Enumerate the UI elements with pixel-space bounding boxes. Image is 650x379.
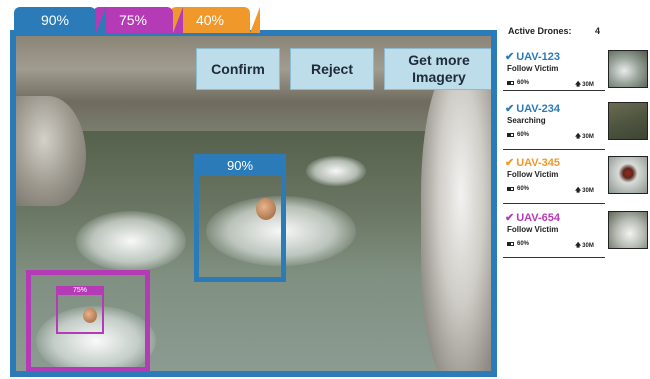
- tab-label: 90%: [40, 12, 70, 28]
- active-drones-count: 4: [594, 26, 600, 36]
- divider: [503, 257, 605, 258]
- altitude: 30M: [582, 188, 594, 194]
- tab-label: 75%: [118, 12, 148, 28]
- battery-level: 60%: [517, 132, 530, 138]
- battery-level: 60%: [517, 241, 530, 247]
- drone-status: Follow Victim: [507, 170, 559, 179]
- drone-id: UAV-345: [516, 156, 561, 169]
- tab-label: 40%: [195, 12, 225, 28]
- drone-item-uav-234[interactable]: ✔ UAV-234 Searching 60% 🡅 30M: [505, 102, 650, 160]
- check-icon: ✔: [505, 157, 515, 169]
- drone-id: UAV-234: [516, 102, 561, 115]
- check-icon: ✔: [505, 103, 515, 115]
- drone-panel: Active Drones: 4 ✔ UAV-123 Follow Victim…: [500, 18, 650, 379]
- video-feed: Confirm Reject Get more Imagery 90% 75%: [10, 30, 497, 377]
- battery-level: 60%: [517, 80, 530, 86]
- drone-thumbnail[interactable]: [608, 211, 648, 249]
- arrow-up-icon: 🡅: [575, 82, 582, 88]
- drone-id: UAV-123: [516, 50, 561, 63]
- drone-thumbnail[interactable]: [608, 50, 648, 88]
- battery-icon: [507, 187, 514, 191]
- battery-level: 60%: [517, 186, 530, 192]
- drone-thumbnail[interactable]: [608, 102, 648, 140]
- battery-icon: [507, 242, 514, 246]
- divider: [503, 90, 605, 91]
- drone-status: Searching: [507, 116, 546, 125]
- detection-label: 90%: [194, 154, 286, 176]
- drone-thumbnail[interactable]: [608, 156, 648, 194]
- battery-icon: [507, 81, 514, 85]
- drone-item-uav-345[interactable]: ✔ UAV-345 Follow Victim 60% 🡅 30M: [505, 156, 650, 214]
- detection-box-90[interactable]: 90%: [194, 154, 286, 282]
- divider: [503, 203, 605, 204]
- confirm-button[interactable]: Confirm: [196, 48, 280, 90]
- battery-icon: [507, 133, 514, 137]
- check-icon: ✔: [505, 212, 515, 224]
- arrow-up-icon: 🡅: [575, 188, 582, 194]
- altitude: 30M: [582, 134, 594, 140]
- drone-status: Follow Victim: [507, 64, 559, 73]
- drone-item-uav-654[interactable]: ✔ UAV-654 Follow Victim 60% 🡅 30M: [505, 211, 650, 269]
- drone-status: Follow Victim: [507, 225, 559, 234]
- active-drones-row: Active Drones: 4: [508, 26, 600, 36]
- tab-90[interactable]: 90%: [14, 7, 106, 33]
- check-icon: ✔: [505, 51, 515, 63]
- altitude: 30M: [582, 243, 594, 249]
- detection-label: 75%: [56, 286, 104, 295]
- active-drones-label: Active Drones:: [508, 26, 572, 36]
- reject-button[interactable]: Reject: [290, 48, 374, 90]
- detection-inner-box-75: 75%: [56, 286, 104, 334]
- arrow-up-icon: 🡅: [575, 243, 582, 249]
- get-more-imagery-button[interactable]: Get more Imagery: [384, 48, 491, 90]
- drone-id: UAV-654: [516, 211, 561, 224]
- divider: [503, 149, 605, 150]
- altitude: 30M: [582, 82, 594, 88]
- arrow-up-icon: 🡅: [575, 134, 582, 140]
- drone-item-uav-123[interactable]: ✔ UAV-123 Follow Victim 60% 🡅 30M: [505, 50, 650, 108]
